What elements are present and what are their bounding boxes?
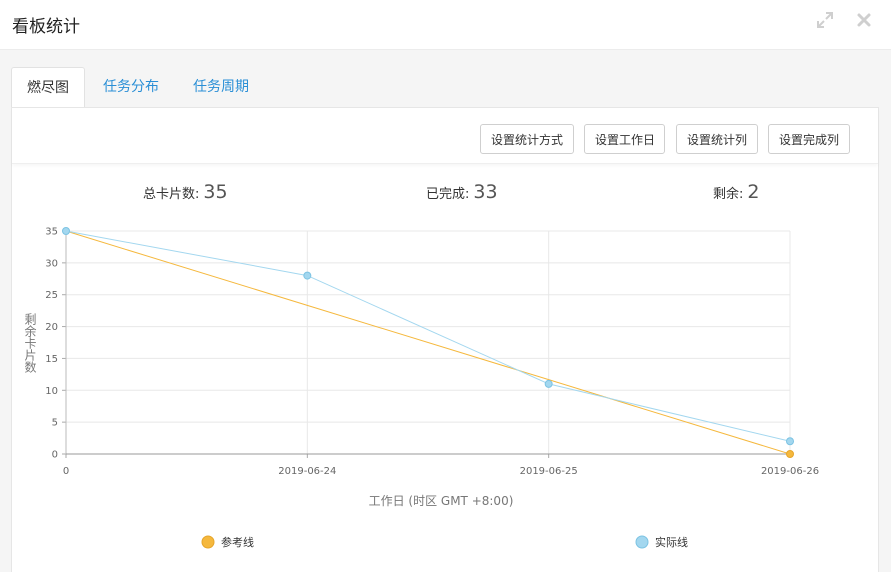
completed-value: 33 xyxy=(473,181,498,203)
x-tick-label: 0 xyxy=(63,466,69,477)
data-point[interactable] xyxy=(62,227,70,235)
y-tick-label: 0 xyxy=(52,450,58,461)
legend-label[interactable]: 实际线 xyxy=(655,535,688,549)
chart-axes: 0 5 10 15 20 25 30 35 0 2019-06-24 2019-06-25 2019-… xyxy=(45,227,819,478)
remaining-label: 剩余: xyxy=(713,187,744,202)
y-axis-label: 剩余卡片数 xyxy=(23,313,37,374)
tab-task-cycle[interactable]: 任务周期 xyxy=(179,67,263,108)
y-tick-label: 35 xyxy=(45,227,58,238)
tab-task-distribution[interactable]: 任务分布 xyxy=(89,67,173,108)
x-tick-label: 2019-06-25 xyxy=(520,466,578,477)
completed-stat: 已完成: 33 xyxy=(426,181,498,203)
set-workday-button[interactable]: 设置工作日 xyxy=(584,124,665,154)
x-tick-label: 2019-06-26 xyxy=(761,466,819,477)
y-tick-label: 10 xyxy=(45,386,58,397)
set-done-column-button[interactable]: 设置完成列 xyxy=(768,124,850,154)
close-icon[interactable] xyxy=(854,10,874,30)
data-point[interactable] xyxy=(786,437,794,446)
chart-legend: 参考线 实际线 xyxy=(201,535,688,549)
burndown-chart: 0 5 10 15 20 25 30 35 0 2019-06-24 2019-06-25 2019-… xyxy=(23,227,819,550)
set-stat-column-button[interactable]: 设置统计列 xyxy=(676,124,758,154)
remaining-stat: 剩余: 2 xyxy=(713,181,759,203)
window-title: 看板统计 xyxy=(12,17,80,37)
set-stat-method-button[interactable]: 设置统计方式 xyxy=(480,124,574,154)
expand-icon[interactable] xyxy=(815,10,835,30)
y-tick-label: 20 xyxy=(45,322,58,333)
total-cards-value: 35 xyxy=(203,181,228,203)
window-titlebar: 看板统计 xyxy=(0,0,891,50)
legend-label[interactable]: 参考线 xyxy=(221,535,254,549)
series-line xyxy=(65,230,791,455)
y-tick-label: 5 xyxy=(52,418,58,429)
y-tick-label: 30 xyxy=(45,258,58,269)
burndown-panel: 设置统计方式 设置工作日 设置统计列 设置完成列 总卡片数: 35 已完成: 33 … xyxy=(11,107,879,572)
total-cards-label: 总卡片数: xyxy=(143,187,200,202)
tab-burndown[interactable]: 燃尽图 xyxy=(11,67,85,108)
x-tick-label: 2019-06-24 xyxy=(278,466,336,477)
data-point[interactable] xyxy=(544,379,553,388)
legend-swatch[interactable] xyxy=(635,535,649,549)
total-cards-stat: 总卡片数: 35 xyxy=(143,181,228,203)
chart-series xyxy=(62,227,794,458)
legend-swatch[interactable] xyxy=(201,535,215,549)
x-axis-label: 工作日 (时区 GMT +8:00) xyxy=(369,494,514,508)
data-point[interactable] xyxy=(786,450,794,458)
y-tick-label: 25 xyxy=(45,290,58,301)
y-tick-label: 15 xyxy=(45,354,58,365)
data-point[interactable] xyxy=(303,271,312,280)
completed-label: 已完成: xyxy=(426,187,470,202)
remaining-value: 2 xyxy=(747,181,760,203)
content-area: 燃尽图 任务分布 任务周期 设置统计方式 设置工作日 设置统计列 设置完成列 总… xyxy=(0,50,891,572)
settings-toolbar: 设置统计方式 设置工作日 设置统计列 设置完成列 xyxy=(12,108,878,164)
